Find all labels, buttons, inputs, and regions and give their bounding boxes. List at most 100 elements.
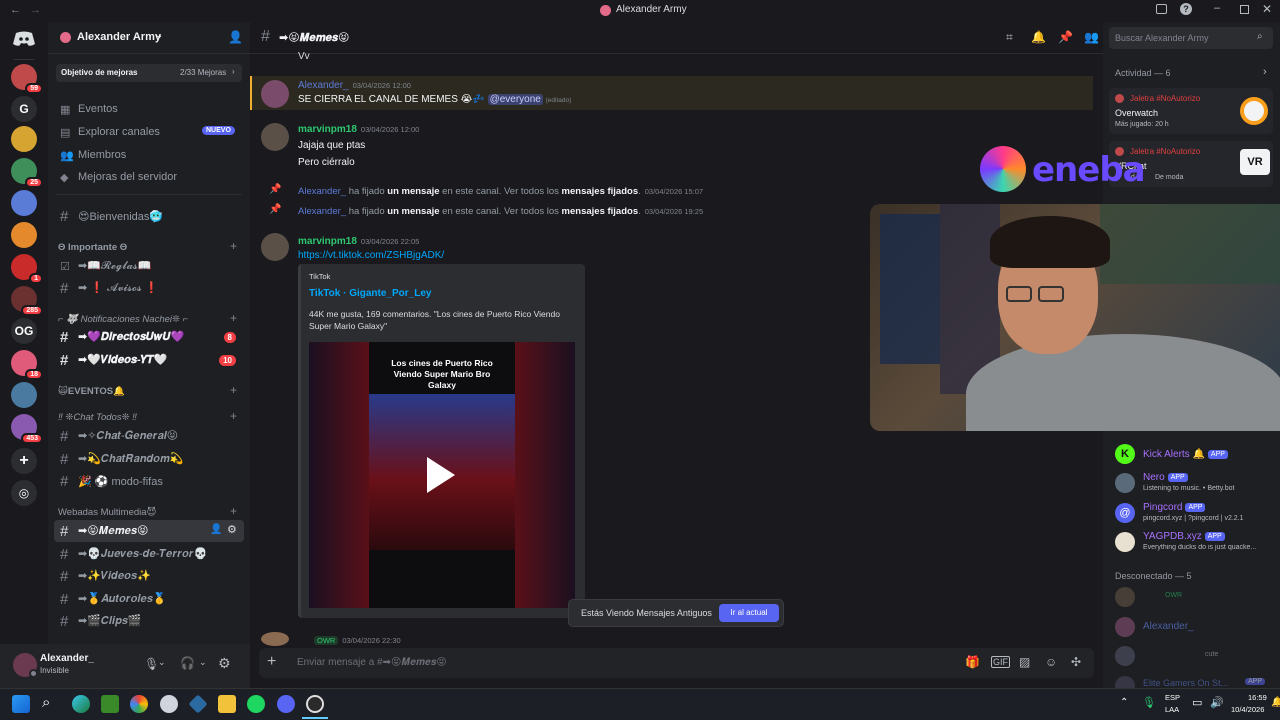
category-notificaciones[interactable]: ⌐ 🐺 Notificaciones Nachei❊ ⌐: [58, 314, 188, 325]
message-author[interactable]: Alexander_: [298, 80, 349, 91]
activity-card[interactable]: Jaletra #NoAutorizo Overwatch Más jugado…: [1109, 88, 1273, 134]
app-icon[interactable]: [188, 694, 208, 714]
gear-icon[interactable]: ⚙: [227, 523, 237, 536]
apps-icon[interactable]: ✣: [1071, 655, 1081, 669]
nav-explore-channels[interactable]: ▤ Explorar canales NUEVO: [54, 121, 244, 143]
server-icon-7[interactable]: 285: [11, 286, 43, 316]
channel-autoroles[interactable]: # ➡🥇𝑨𝒖𝒕𝒐𝒓𝒐𝒍𝒆𝒔🥇: [54, 588, 244, 610]
avatar[interactable]: [261, 233, 289, 261]
add-channel-icon[interactable]: +: [230, 239, 237, 253]
boost-goal-bar[interactable]: Objetivo de mejoras 2/33 Mejoras ›: [56, 64, 242, 82]
pin-icon[interactable]: 📌: [1058, 30, 1073, 44]
add-channel-icon[interactable]: +: [230, 383, 237, 397]
search-icon[interactable]: ⌕: [42, 694, 50, 711]
channel-memes[interactable]: # ➡😝𝑴𝒆𝒎𝒆𝒔😝 👤 ⚙: [54, 520, 244, 542]
member-row[interactable]: YAGPDB.xyz APP Everything ducks do is jus…: [1115, 530, 1275, 556]
member-row[interactable]: @ Pingcord APP pingcord.xyz | ?pingcord |…: [1115, 501, 1275, 527]
nav-members[interactable]: 👥 Miembros: [54, 144, 244, 166]
sticker-icon[interactable]: ▨: [1019, 655, 1030, 669]
region-indicator[interactable]: LAA: [1165, 705, 1179, 714]
pinned-messages-link[interactable]: mensajes fijados: [562, 186, 639, 197]
pin-user[interactable]: Alexander_: [298, 186, 346, 197]
windows-start-icon[interactable]: [12, 695, 30, 713]
gif-icon[interactable]: GIF: [991, 656, 1010, 668]
back-arrow-icon[interactable]: ←: [10, 4, 21, 16]
add-channel-icon[interactable]: +: [230, 409, 237, 423]
server-icon-3[interactable]: 25: [11, 158, 43, 188]
discord-icon[interactable]: [277, 695, 295, 713]
microphone-tray-icon[interactable]: 🎙: [1142, 696, 1156, 709]
member-row[interactable]: Alexander_: [1109, 614, 1279, 640]
server-icon-1[interactable]: 59: [11, 64, 43, 94]
edge-icon[interactable]: [72, 695, 90, 713]
embed-provider[interactable]: TikTok: [309, 272, 330, 281]
server-header[interactable]: Alexander Army ⌄ 👤: [48, 22, 250, 54]
file-explorer-icon[interactable]: [218, 695, 236, 713]
category-chat-todos[interactable]: ‼ ❊Chat Todos❊ ‼: [58, 412, 137, 423]
category-importante[interactable]: Θ Importante Θ: [58, 242, 127, 253]
help-icon[interactable]: ?: [1180, 3, 1192, 15]
clock-date[interactable]: 10/4/2026: [1231, 705, 1264, 714]
channel-videos-yt[interactable]: # ➡🤍𝑽𝒊𝒅𝒆𝒐𝒔-𝒀𝑻🤍 10: [54, 349, 244, 371]
avatar[interactable]: [261, 123, 289, 151]
pinned-messages-link[interactable]: mensajes fijados: [562, 206, 639, 217]
channel-avisos[interactable]: # ➡ ❗ 𝓐𝓿𝓲𝓼𝓸𝓼 ❗: [54, 277, 244, 299]
microphone-icon[interactable]: 🎙: [144, 657, 159, 671]
pinned-message-link[interactable]: un mensaje: [387, 206, 439, 217]
avatar[interactable]: [261, 80, 289, 108]
discord-home-icon[interactable]: [11, 26, 37, 52]
server-icon-5[interactable]: [11, 222, 37, 248]
settings-gear-icon[interactable]: ⚙: [218, 655, 231, 672]
network-icon[interactable]: ▭: [1192, 696, 1202, 709]
notification-bell-icon[interactable]: 🔔: [1271, 697, 1280, 708]
server-icon-8[interactable]: [11, 382, 37, 408]
server-icon-9[interactable]: 453: [11, 414, 43, 444]
message-author[interactable]: marvinpm18: [298, 124, 357, 135]
gift-icon[interactable]: 🎁: [965, 655, 980, 669]
search-input[interactable]: Buscar Alexander Army: [1115, 33, 1209, 43]
pin-user[interactable]: Alexander_: [298, 206, 346, 217]
language-indicator[interactable]: ESP: [1165, 693, 1180, 702]
server-icon-2[interactable]: [11, 126, 37, 152]
bell-icon[interactable]: 🔔: [1031, 30, 1046, 44]
spotify-icon[interactable]: [247, 695, 265, 713]
maximize-icon[interactable]: [1240, 5, 1249, 14]
member-list-icon[interactable]: 👥: [1084, 30, 1099, 44]
invite-icon[interactable]: 👤: [210, 524, 222, 535]
play-icon[interactable]: [427, 457, 455, 493]
channel-modo-fifas[interactable]: # 🎉 ⚽ modo-fifas: [54, 470, 244, 492]
category-webadas[interactable]: Webadas Multimedia😈: [58, 507, 156, 518]
emoji-icon[interactable]: ☺: [1045, 655, 1057, 669]
channel-chat-random[interactable]: # ➡💫𝑪𝒉𝒂𝒕𝑹𝒂𝒏𝒅𝒐𝒎💫: [54, 448, 244, 470]
server-icon-g[interactable]: G: [11, 96, 37, 122]
message-input[interactable]: Enviar mensaje a #➡😝𝑴𝒆𝒎𝒆𝒔😝: [297, 657, 447, 668]
chevron-down-icon[interactable]: ⌄: [199, 657, 207, 668]
member-row[interactable]: cute: [1109, 643, 1279, 669]
app-icon[interactable]: [160, 695, 178, 713]
everyone-mention[interactable]: @everyone: [487, 94, 543, 105]
category-eventos[interactable]: 🙀EVENTOS🔔: [58, 386, 125, 397]
volume-icon[interactable]: 🔊: [1210, 696, 1224, 709]
channel-videos[interactable]: # ➡✨𝑽𝒊𝒅𝒆𝒐𝒔✨: [54, 565, 244, 587]
embed-title[interactable]: TikTok · Gigante_Por_Ley: [309, 288, 431, 299]
member-row[interactable]: K Kick Alerts 🔔 APP: [1115, 444, 1275, 466]
chevron-up-icon[interactable]: ⌃: [1120, 697, 1128, 708]
chevron-down-icon[interactable]: ⌄: [158, 657, 166, 668]
message-link[interactable]: https://vt.tiktok.com/ZSHBjgADK/: [298, 250, 444, 261]
invite-user-icon[interactable]: 👤: [228, 30, 243, 44]
inbox-icon[interactable]: [1156, 4, 1167, 14]
nav-events[interactable]: ▦ Eventos: [54, 98, 244, 120]
minimize-icon[interactable]: –: [1214, 2, 1220, 14]
close-icon[interactable]: ✕: [1262, 2, 1272, 16]
threads-icon[interactable]: ⌗: [1006, 30, 1013, 45]
server-icon-4[interactable]: [11, 190, 37, 216]
channel-chat-general[interactable]: # ➡✧𝑪𝒉𝒂𝒕-𝑮𝒆𝒏𝒆𝒓𝒂𝒍😝: [54, 425, 244, 447]
server-icon-6[interactable]: 1: [11, 254, 43, 284]
xbox-icon[interactable]: [101, 695, 119, 713]
forward-arrow-icon[interactable]: →: [30, 4, 41, 16]
add-server-icon[interactable]: +: [11, 448, 37, 474]
avatar[interactable]: [261, 632, 289, 646]
clock-time[interactable]: 16:59: [1248, 693, 1267, 702]
channel-clips[interactable]: # ➡🎬𝑪𝒍𝒊𝒑𝒔🎬: [54, 610, 244, 632]
nav-server-boosts[interactable]: ◆ Mejoras del servidor: [54, 166, 244, 188]
